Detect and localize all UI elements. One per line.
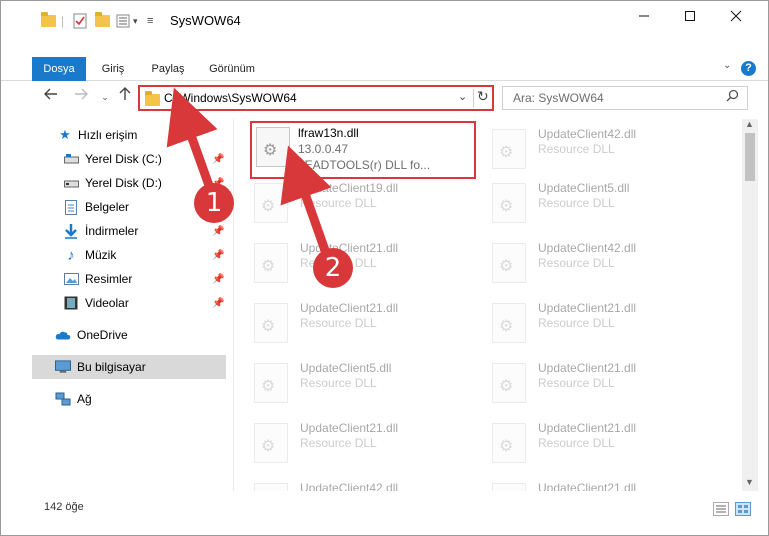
step-badge-2: 2 [313,248,353,288]
step-badge-1: 1 [194,183,234,223]
annotation-arrows [166,87,332,258]
explorer-window: | ▾ ≡ SysWOW64 Dosya Giriş Paylaş Görünü… [0,0,769,536]
arrow-2 [280,145,332,258]
arrow-1 [166,87,218,193]
